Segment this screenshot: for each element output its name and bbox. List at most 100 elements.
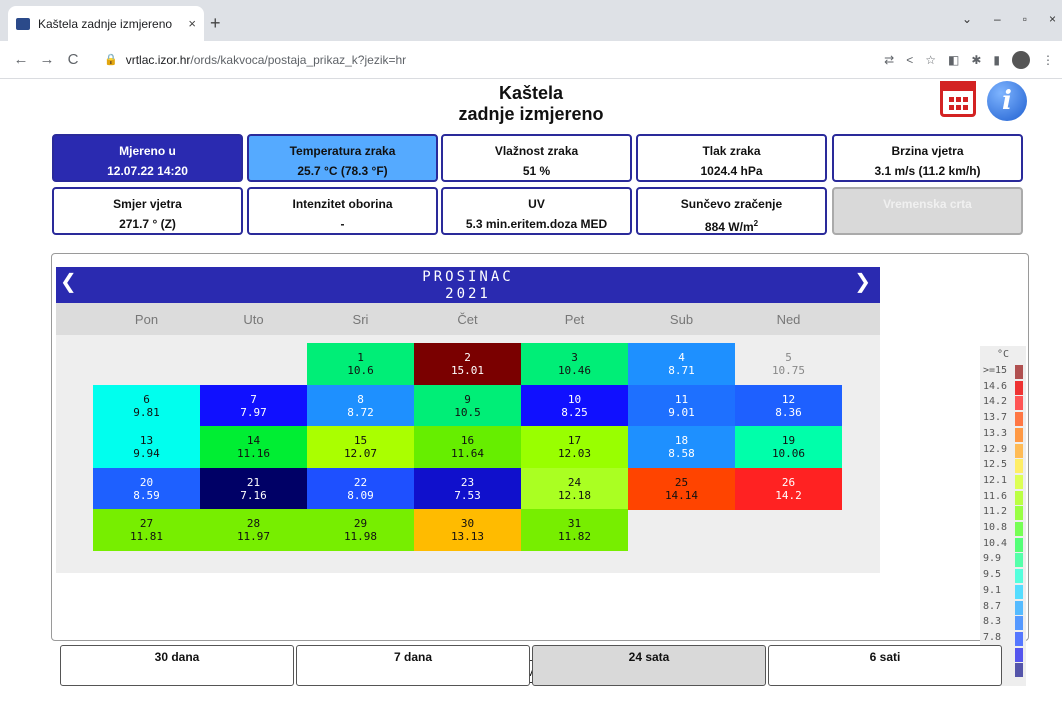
legend-row: 12.9	[983, 443, 1023, 458]
share-icon[interactable]: <	[906, 53, 913, 67]
weekday-label: Sri	[352, 312, 369, 327]
tab-search-icon[interactable]: ⌄	[962, 12, 972, 26]
day-value: 12.03	[557, 447, 592, 460]
calendar-day-cell[interactable]: 13 9.94	[93, 426, 200, 468]
legend-label: 13.7	[983, 412, 1008, 424]
calendar-day-cell[interactable]: 21 7.16	[200, 467, 307, 510]
calendar-day-cell[interactable]: 17 12.03	[521, 426, 628, 468]
weekday-label: Čet	[457, 312, 478, 327]
day-value: 12.07	[343, 447, 378, 460]
calendar-day-cell[interactable]: 29 11.98	[307, 509, 414, 551]
calendar-day-cell[interactable]: 27 11.81	[93, 509, 200, 551]
calendar-day-cell[interactable]: 16 11.64	[414, 426, 521, 468]
measurement-card[interactable]: Intenzitet oborina -	[247, 187, 438, 235]
measurement-card[interactable]: Tlak zraka 1024.4 hPa	[636, 134, 827, 182]
day-value: 9.94	[133, 447, 160, 460]
calendar-day-cell[interactable]: 6 9.81	[93, 384, 200, 427]
legend-swatch	[1015, 474, 1023, 489]
day-number: 6	[143, 392, 150, 406]
day-value: 13.13	[450, 530, 485, 543]
tab-close-icon[interactable]: ×	[188, 16, 196, 31]
url-field[interactable]: 🔒 vrtlac.izor.hr /ords/kakvoca/postaja_p…	[94, 45, 877, 74]
calendar-day-cell[interactable]: 24 12.18	[521, 467, 628, 510]
period-button[interactable]: 7 dana	[296, 645, 530, 686]
card-label: Intenzitet oborina	[292, 197, 393, 211]
menu-icon[interactable]: ⋮	[1042, 53, 1054, 67]
day-value: 10.5	[454, 405, 481, 419]
day-value: 7.53	[454, 488, 481, 502]
measurement-card[interactable]: Vlažnost zraka 51 %	[441, 134, 632, 182]
calendar-day-cell[interactable]: 28 11.97	[200, 509, 307, 551]
calendar-day-cell[interactable]: 1 10.6	[307, 343, 414, 385]
extension-icon[interactable]: ◧	[948, 53, 959, 67]
day-value: 10.75	[771, 364, 806, 377]
calendar-day-cell[interactable]: 20 8.59	[93, 467, 200, 510]
page-title-line2: zadnje izmjereno	[458, 104, 604, 124]
period-button[interactable]: 24 sata	[532, 645, 766, 686]
prev-month-button[interactable]: ❮	[60, 271, 80, 291]
legend-row: 12.1	[983, 474, 1023, 489]
new-tab-button[interactable]: +	[210, 13, 221, 34]
bookmark-star-icon[interactable]: ☆	[925, 53, 936, 67]
calendar-day-cell[interactable]: 8 8.72	[307, 384, 414, 427]
translate-icon[interactable]: ⇄	[884, 53, 894, 67]
legend-swatch	[1015, 427, 1023, 442]
reload-icon[interactable]: C	[60, 51, 86, 68]
calendar-day-cell[interactable]: 5 10.75	[735, 343, 842, 385]
calendar-day-cell[interactable]: 12 8.36	[735, 384, 842, 427]
calendar-day-cell[interactable]: 2 15.01	[414, 343, 521, 385]
calendar-day-cell[interactable]: 18 8.58	[628, 426, 735, 468]
forward-icon[interactable]: →	[34, 51, 60, 68]
legend-swatch	[1015, 490, 1023, 505]
calendar-day-cell[interactable]: 30 13.13	[414, 509, 521, 551]
calendar-day-cell[interactable]: 22 8.09	[307, 467, 414, 510]
calendar-day-cell[interactable]: 11 9.01	[628, 384, 735, 427]
calendar-day-cell[interactable]: 10 8.25	[521, 384, 628, 427]
day-number: 23	[460, 475, 475, 489]
calendar-day-cell[interactable]: 25 14.14	[628, 467, 735, 510]
calendar-day-cell[interactable]: 15 12.07	[307, 426, 414, 468]
minimize-button[interactable]: –	[994, 12, 1001, 26]
day-number: 1	[357, 351, 364, 364]
calendar-day-cell[interactable]: 31 11.82	[521, 509, 628, 551]
calendar-icon[interactable]	[940, 81, 976, 117]
tab-title: Kaštela zadnje izmjereno	[38, 16, 173, 31]
calendar-day-cell[interactable]: 14 11.16	[200, 426, 307, 468]
measurement-card[interactable]: UV 5.3 min.eritem.doza MED	[441, 187, 632, 235]
measurement-card[interactable]: Vremenska crta	[832, 187, 1023, 235]
calendar-day-cell[interactable]: 19 10.06	[735, 426, 842, 468]
day-number: 14	[246, 434, 261, 447]
measurement-card[interactable]: Temperatura zraka 25.7 °C (78.3 °F)	[247, 134, 438, 182]
measurement-card[interactable]: Brzina vjetra 3.1 m/s (11.2 km/h)	[832, 134, 1023, 182]
measurement-card[interactable]: Mjereno u 12.07.22 14:20	[52, 134, 243, 182]
close-window-button[interactable]: ×	[1049, 12, 1056, 26]
period-button[interactable]: 30 dana	[60, 645, 294, 686]
legend-row: 9.5	[983, 568, 1023, 584]
day-value: 11.81	[129, 530, 164, 543]
day-number: 30	[460, 517, 475, 530]
info-icon[interactable]: i	[987, 81, 1027, 121]
calendar-day-cell[interactable]: 23 7.53	[414, 467, 521, 510]
legend-label: 9.5	[983, 569, 1002, 581]
card-value-superscript: 2	[753, 219, 759, 228]
next-month-button[interactable]: ❯	[854, 271, 874, 291]
avatar[interactable]	[1012, 50, 1030, 69]
day-value: 8.09	[347, 488, 374, 502]
weekday-label: Pon	[134, 312, 159, 327]
measurement-card[interactable]: Smjer vjetra 271.7 ° (Z)	[52, 187, 243, 235]
calendar-day-cell[interactable]: 26 14.2	[735, 467, 842, 510]
measurement-card[interactable]: Sunčevo zračenje 884 W/m2	[636, 187, 827, 235]
back-icon[interactable]: ←	[8, 51, 34, 68]
maximize-button[interactable]: ▫	[1023, 12, 1027, 26]
legend-label: 10.4	[983, 537, 1008, 549]
calendar-day-cell[interactable]: 7 7.97	[200, 384, 307, 427]
card-value: 3.1 m/s (11.2 km/h)	[874, 164, 981, 178]
calendar-day-cell[interactable]: 9 10.5	[414, 384, 521, 427]
calendar-day-cell[interactable]: 3 10.46	[521, 343, 628, 385]
sidepanel-icon[interactable]: ▮	[993, 53, 1000, 67]
period-button[interactable]: 6 sati	[768, 645, 1002, 686]
legend-row: 14.6	[983, 380, 1023, 395]
browser-tab[interactable]: Kaštela zadnje izmjereno ×	[8, 6, 204, 41]
calendar-day-cell[interactable]: 4 8.71	[628, 343, 735, 385]
puzzle-icon[interactable]: ✱	[971, 53, 981, 67]
